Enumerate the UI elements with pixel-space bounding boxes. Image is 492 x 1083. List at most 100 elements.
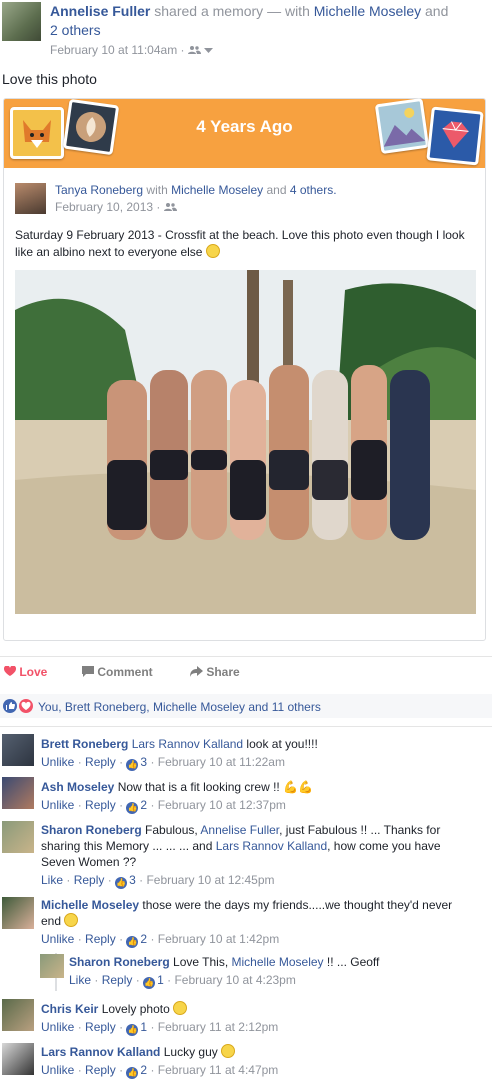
commenter-avatar[interactable] <box>40 954 64 978</box>
comment-text: Lars Rannov Kalland Lucky guy <box>41 1044 236 1060</box>
like-link[interactable]: Like <box>69 973 91 987</box>
commenter-avatar[interactable] <box>2 734 34 766</box>
like-link[interactable]: Like <box>41 873 63 887</box>
comment-text: Brett Roneberg Lars Rannov Kalland look … <box>41 737 318 751</box>
comment-time[interactable]: February 11 at 4:47pm <box>158 1063 279 1077</box>
commenter-name[interactable]: Brett Roneberg <box>41 737 128 751</box>
flexed-biceps-icon: 💪💪 <box>283 780 314 794</box>
comment-text: Ash Moseley Now that is a fit looking cr… <box>41 780 314 794</box>
inner-post-meta: February 10, 2013 · <box>55 200 177 214</box>
like-icon: 👍 <box>126 802 139 814</box>
beach-group-photo[interactable] <box>15 270 476 614</box>
inner-post-date[interactable]: February 10, 2013 <box>55 200 153 214</box>
post-action-text: shared a memory — with <box>154 3 310 19</box>
audience-icon[interactable] <box>187 45 201 55</box>
smile-emoji-icon <box>64 913 79 927</box>
post-header-line-2: 2 others <box>50 22 101 38</box>
comment-meta: Unlike · Reply · 👍 1 · February 11 at 2:1… <box>41 1020 279 1036</box>
reply-link[interactable]: Reply <box>74 873 105 887</box>
post-text: Love this photo <box>2 71 97 87</box>
comment-meta: Like · Reply · 👍 3 · February 10 at 12:45… <box>41 873 275 889</box>
reactions-summary[interactable]: You, Brett Roneberg, Michelle Moseley an… <box>0 694 492 718</box>
tagged-user[interactable]: Michelle Moseley <box>314 3 421 19</box>
inner-tagged-user[interactable]: Michelle Moseley <box>171 183 263 197</box>
chevron-down-icon[interactable] <box>204 48 214 54</box>
unlike-link[interactable]: Unlike <box>41 1063 74 1077</box>
inner-post-header: Tanya Roneberg with Michelle Moseley and… <box>55 183 337 197</box>
reply-link[interactable]: Reply <box>85 1063 116 1077</box>
heart-icon <box>3 665 17 676</box>
comment-time[interactable]: February 10 at 11:22am <box>158 755 285 769</box>
commenter-name[interactable]: Sharon Roneberg <box>41 823 142 837</box>
comment-likes[interactable]: 👍 1 <box>126 1020 147 1036</box>
like-icon: 👍 <box>126 1067 139 1079</box>
comment-likes[interactable]: 👍 2 <box>126 1063 147 1079</box>
action-bar: Love Comment Share <box>0 656 492 687</box>
unlike-link[interactable]: Unlike <box>41 798 74 812</box>
comment-time[interactable]: February 10 at 12:37pm <box>158 798 286 812</box>
like-icon: 👍 <box>126 936 139 948</box>
reply-link[interactable]: Reply <box>85 755 116 769</box>
comment-icon <box>82 666 94 677</box>
comment-meta: Unlike · Reply · 👍 2 · February 11 at 4:4… <box>41 1063 279 1079</box>
share-button[interactable]: Share <box>190 665 240 679</box>
inner-post-text: Saturday 9 February 2013 - Crossfit at t… <box>15 228 465 259</box>
post-timestamp[interactable]: February 10 at 11:04am <box>50 43 177 57</box>
comment-likes[interactable]: 👍 3 <box>115 873 136 889</box>
comment-text: Sharon Roneberg Fabulous, Annelise Fulle… <box>41 823 441 869</box>
unlike-link[interactable]: Unlike <box>41 932 74 946</box>
commenter-avatar[interactable] <box>2 897 34 929</box>
commenter-avatar[interactable] <box>2 1043 34 1075</box>
reactions-text[interactable]: You, Brett Roneberg, Michelle Moseley an… <box>38 700 321 714</box>
comment-meta: Unlike · Reply · 👍 3 · February 10 at 11:… <box>41 755 285 771</box>
love-reaction-icon <box>19 699 33 713</box>
smile-emoji-icon <box>173 1001 188 1015</box>
reply-link[interactable]: Reply <box>102 973 133 987</box>
comment-text: Chris Keir Lovely photo <box>41 1001 188 1017</box>
reply-link[interactable]: Reply <box>85 1020 116 1034</box>
share-icon <box>190 666 203 677</box>
like-icon: 👍 <box>126 1024 139 1036</box>
wink-emoji-icon <box>221 1044 236 1058</box>
comment-button[interactable]: Comment <box>82 665 153 679</box>
commenter-name[interactable]: Ash Moseley <box>41 780 114 794</box>
commenter-name[interactable]: Sharon Roneberg <box>69 955 170 969</box>
inner-others-link[interactable]: 4 others. <box>290 183 337 197</box>
post-meta: February 10 at 11:04am · <box>50 43 214 57</box>
others-link[interactable]: 2 others <box>50 22 101 38</box>
author-avatar[interactable] <box>2 2 41 41</box>
like-icon: 👍 <box>143 977 156 989</box>
commenter-avatar[interactable] <box>2 821 34 853</box>
comment-likes[interactable]: 👍 1 <box>143 973 164 989</box>
like-icon: 👍 <box>115 877 128 889</box>
comments-divider <box>0 726 492 727</box>
and-text: and <box>425 3 449 19</box>
reply-link[interactable]: Reply <box>85 932 116 946</box>
unlike-link[interactable]: Unlike <box>41 755 74 769</box>
comment-time[interactable]: February 10 at 1:42pm <box>158 932 279 946</box>
comment-text: Sharon Roneberg Love This, Michelle Mose… <box>69 955 380 969</box>
comment-likes[interactable]: 👍 3 <box>126 755 147 771</box>
commenter-name[interactable]: Lars Rannov Kalland <box>41 1045 160 1059</box>
like-icon: 👍 <box>126 759 139 771</box>
comment-likes[interactable]: 👍 2 <box>126 932 147 948</box>
comment-time[interactable]: February 10 at 4:23pm <box>174 973 295 987</box>
comment-time[interactable]: February 10 at 12:45pm <box>146 873 274 887</box>
comment-time[interactable]: February 11 at 2:12pm <box>158 1020 279 1034</box>
comment-likes[interactable]: 👍 2 <box>126 798 147 814</box>
author-name[interactable]: Annelise Fuller <box>50 3 150 19</box>
unlike-link[interactable]: Unlike <box>41 1020 74 1034</box>
memory-card: 4 Years Ago Tanya Roneberg with Michelle… <box>3 97 486 641</box>
love-button[interactable]: Love <box>3 665 47 679</box>
comment-text: Michelle Moseley those were the days my … <box>41 898 453 928</box>
comment-meta: Unlike · Reply · 👍 2 · February 10 at 1:4… <box>41 932 280 948</box>
commenter-name[interactable]: Michelle Moseley <box>41 898 139 912</box>
inner-author-avatar[interactable] <box>15 183 46 214</box>
commenter-name[interactable]: Chris Keir <box>41 1002 98 1016</box>
reply-link[interactable]: Reply <box>85 798 116 812</box>
memory-banner: 4 Years Ago <box>4 97 485 168</box>
inner-author-name[interactable]: Tanya Roneberg <box>55 183 143 197</box>
comment-meta: Like · Reply · 👍 1 · February 10 at 4:23p… <box>69 973 296 989</box>
commenter-avatar[interactable] <box>2 777 34 809</box>
commenter-avatar[interactable] <box>2 999 34 1031</box>
